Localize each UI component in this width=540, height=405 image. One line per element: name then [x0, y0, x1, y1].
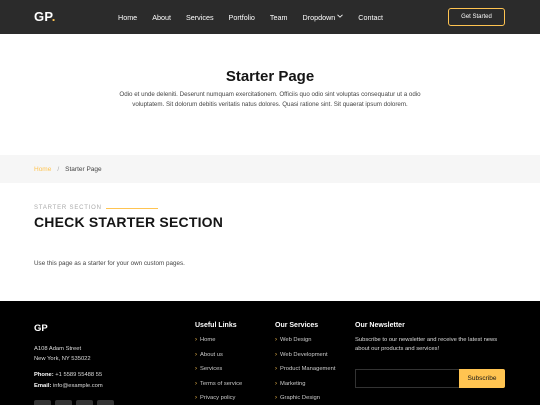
breadcrumb-current: Starter Page [65, 165, 102, 173]
footer-service-label: Web Design [280, 337, 312, 343]
phone-label: Phone: [34, 372, 54, 378]
section-text: Use this page as a starter for your own … [34, 260, 185, 267]
nav-portfolio[interactable]: Portfolio [229, 13, 255, 22]
subscribe-button[interactable]: Subscribe [459, 369, 505, 388]
footer-service-web-development[interactable]: › Web Development [275, 352, 335, 367]
footer-link-services[interactable]: › Services [195, 366, 242, 381]
useful-links-heading: Useful Links [195, 322, 237, 329]
social-links [34, 400, 118, 405]
address-line-2: New York, NY 535022 [34, 356, 91, 362]
newsletter-form: Subscribe [355, 369, 505, 388]
footer-contact: Phone: +1 5589 55488 55 Email: info@exam… [34, 370, 103, 392]
chevron-right-icon: › [275, 395, 277, 402]
phone-value: +1 5589 55488 55 [53, 372, 103, 378]
nav-dropdown[interactable]: Dropdown [303, 13, 344, 22]
newsletter-email-input[interactable] [355, 369, 459, 388]
chevron-right-icon: › [195, 380, 197, 387]
nav-team[interactable]: Team [270, 13, 288, 22]
breadcrumb-separator: / [57, 165, 60, 173]
nav-contact[interactable]: Contact [358, 13, 383, 22]
chevron-right-icon: › [275, 337, 277, 343]
logo[interactable]: GP. [34, 9, 56, 24]
section-subtitle-text: STARTER SECTION [34, 205, 102, 211]
footer-link-label: About us [200, 351, 223, 358]
email-value: info@example.com [51, 383, 103, 389]
footer-link-label: Services [200, 366, 223, 373]
footer-link-privacy[interactable]: › Privacy policy [195, 395, 242, 405]
footer-link-label: Home [200, 337, 216, 343]
address-line-1: A108 Adam Street [34, 346, 82, 352]
starter-section: STARTER SECTION CHECK STARTER SECTION Us… [0, 183, 540, 301]
page-description: Odio et unde deleniti. Deserunt numquam … [119, 91, 421, 108]
site-footer: GP A108 Adam Street New York, NY 535022 … [0, 301, 540, 405]
chevron-right-icon: › [195, 351, 197, 358]
chevron-right-icon: › [195, 366, 197, 373]
main-nav: Home About Services Portfolio Team Dropd… [118, 0, 398, 34]
footer-link-label: Terms of service [200, 380, 243, 387]
site-header: GP. Home About Services Portfolio Team D… [0, 0, 540, 34]
footer-service-label: Product Management [280, 366, 336, 373]
footer-service-label: Marketing [280, 380, 306, 387]
chevron-right-icon: › [275, 366, 277, 373]
footer-logo[interactable]: GP [34, 323, 48, 334]
footer-service-web-design[interactable]: › Web Design [275, 337, 335, 352]
breadcrumb-home-link[interactable]: Home [34, 166, 51, 173]
get-started-button[interactable]: Get Started [448, 8, 505, 26]
nav-services[interactable]: Services [186, 13, 214, 22]
footer-phone: Phone: +1 5589 55488 55 [34, 370, 103, 381]
footer-service-marketing[interactable]: › Marketing [275, 381, 335, 396]
footer-email: Email: info@example.com [34, 381, 103, 392]
newsletter-text: Subscribe to our newsletter and receive … [355, 337, 498, 352]
footer-services: Our Services › Web Design › Web Developmen… [275, 322, 335, 405]
footer-service-label: Graphic Design [280, 395, 320, 402]
breadcrumb: Home / Starter Page [0, 155, 540, 183]
nav-home[interactable]: Home [118, 13, 137, 22]
section-subtitle: STARTER SECTION [34, 205, 158, 211]
newsletter-heading: Our Newsletter [355, 322, 405, 329]
chevron-right-icon: › [195, 337, 197, 343]
page-title: Starter Page [225, 68, 315, 85]
chevron-right-icon: › [195, 395, 197, 402]
chevron-right-icon: › [275, 380, 277, 387]
section-title: CHECK STARTER SECTION [34, 214, 224, 230]
footer-newsletter: Our Newsletter Subscribe to our newslett… [355, 322, 510, 388]
nav-about[interactable]: About [152, 13, 171, 22]
logo-text: GP [34, 9, 52, 24]
footer-link-home[interactable]: › Home [195, 337, 242, 352]
services-heading: Our Services [275, 322, 319, 329]
subtitle-line [105, 207, 158, 209]
footer-service-label: Web Development [280, 351, 328, 358]
footer-link-label: Privacy policy [200, 395, 236, 402]
page-title-section: Starter Page Odio et unde deleniti. Dese… [0, 34, 540, 155]
chevron-right-icon: › [275, 351, 277, 358]
footer-link-about[interactable]: › About us [195, 352, 242, 367]
social-link-2[interactable] [55, 400, 72, 405]
social-link-3[interactable] [76, 400, 93, 405]
chevron-down-icon [337, 14, 344, 20]
logo-dot: . [51, 9, 56, 24]
social-link-4[interactable] [97, 400, 114, 405]
nav-dropdown-label: Dropdown [302, 12, 336, 22]
footer-useful-links: Useful Links › Home › About us › Services ›… [195, 322, 242, 405]
footer-service-product-management[interactable]: › Product Management [275, 366, 335, 381]
footer-address: A108 Adam Street New York, NY 535022 [34, 344, 91, 364]
social-link-1[interactable] [34, 400, 51, 405]
email-label: Email: [34, 383, 52, 389]
footer-link-terms[interactable]: › Terms of service [195, 381, 242, 396]
footer-service-graphic-design[interactable]: › Graphic Design [275, 395, 335, 405]
